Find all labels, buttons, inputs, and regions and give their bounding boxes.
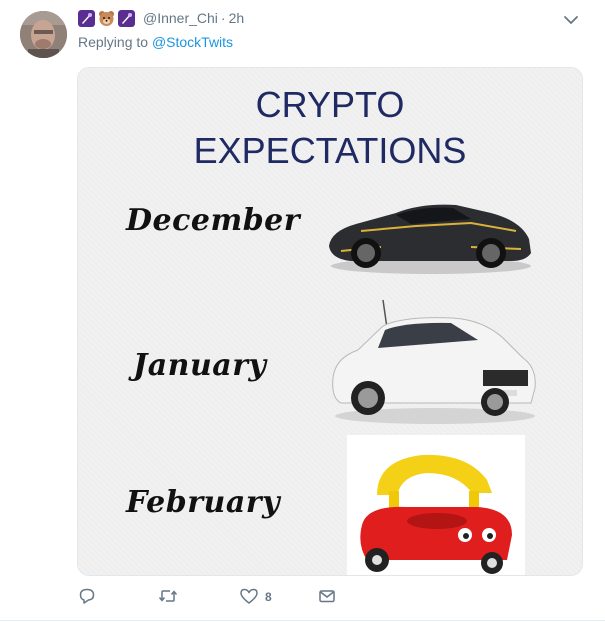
heart-icon bbox=[239, 587, 259, 608]
white-hatchback-car-image bbox=[332, 299, 536, 424]
retweet-button[interactable] bbox=[158, 585, 184, 609]
tweet: @Inner_Chi · 2h Replying to @StockTwits … bbox=[0, 0, 605, 622]
replying-to-label: Replying to bbox=[78, 34, 149, 50]
toy-ride-on-car-image bbox=[360, 454, 512, 574]
reply-icon bbox=[78, 587, 96, 608]
reply-button[interactable] bbox=[78, 585, 102, 609]
month-label-february: February bbox=[126, 485, 281, 520]
month-label-january: January bbox=[133, 348, 267, 383]
tweet-header: @Inner_Chi · 2h bbox=[78, 8, 244, 28]
black-supercar-image bbox=[329, 204, 531, 274]
user-handle[interactable]: @Inner_Chi bbox=[143, 10, 218, 26]
month-label-december: December bbox=[126, 203, 301, 238]
like-count: 8 bbox=[265, 590, 272, 604]
retweet-icon bbox=[158, 587, 178, 608]
like-button[interactable]: 8 bbox=[239, 585, 272, 609]
tweet-time[interactable]: 2h bbox=[229, 10, 245, 26]
purple-rocket-badge-icon bbox=[118, 9, 135, 27]
bear-face-icon bbox=[98, 10, 115, 27]
purple-rocket-badge-icon bbox=[78, 9, 95, 27]
tweet-action-bar: 8 bbox=[78, 585, 378, 609]
media-title-line1: CRYPTO bbox=[255, 84, 405, 125]
direct-message-button[interactable] bbox=[318, 585, 342, 609]
avatar[interactable] bbox=[20, 11, 67, 58]
separator-dot: · bbox=[220, 10, 226, 26]
envelope-icon bbox=[318, 587, 336, 608]
media-title-line2: EXPECTATIONS bbox=[193, 130, 467, 171]
toy-car-photo-frame bbox=[347, 435, 525, 575]
reply-to-mention[interactable]: @StockTwits bbox=[152, 34, 233, 50]
chevron-down-icon[interactable] bbox=[561, 10, 581, 30]
tweet-media-image[interactable]: CRYPTO EXPECTATIONS December January Feb… bbox=[77, 67, 583, 576]
tweet-divider bbox=[0, 620, 605, 621]
replying-to-line: Replying to @StockTwits bbox=[78, 34, 233, 50]
